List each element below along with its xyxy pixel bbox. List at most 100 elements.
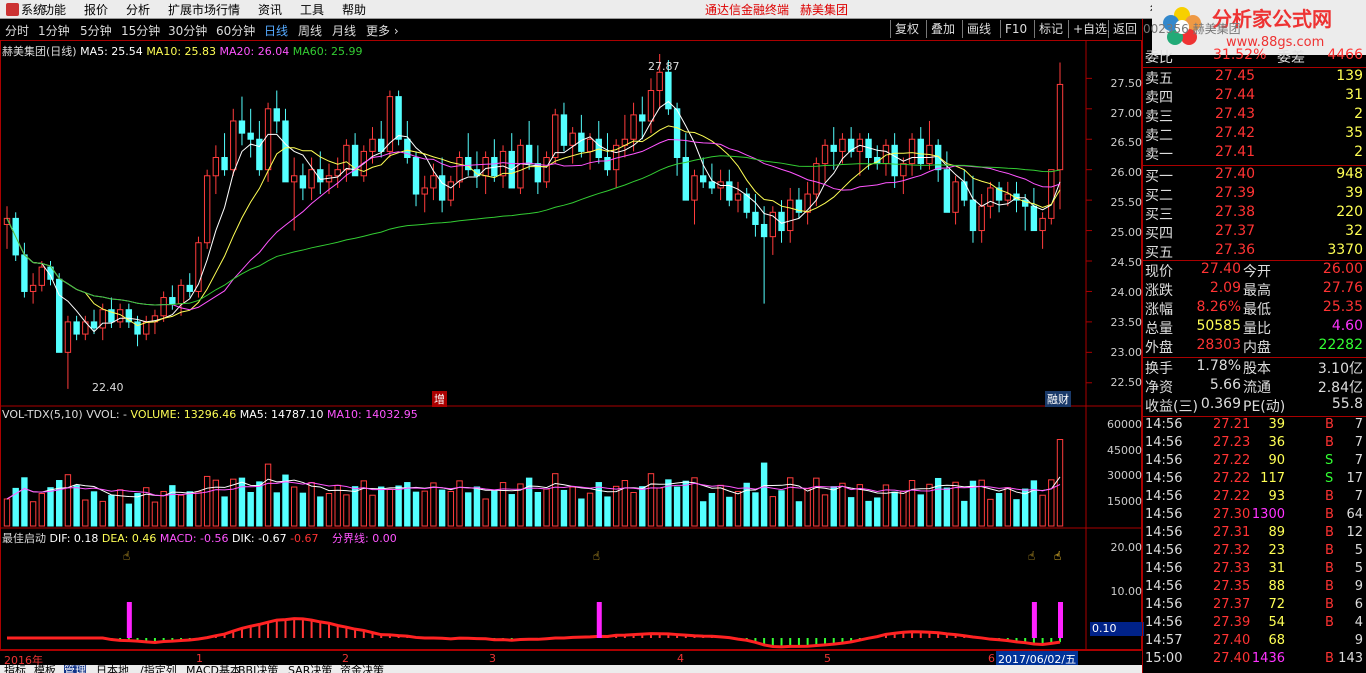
tick-time: 14:56 (1145, 579, 1183, 594)
period-more[interactable]: 更多 › (366, 22, 399, 39)
period-1min[interactable]: 1分钟 (38, 22, 70, 39)
mark-button[interactable]: 标记 (1034, 20, 1071, 38)
stat-label: 总量 (1145, 321, 1173, 337)
price-tick: 27.50 (1110, 77, 1143, 90)
menu-news[interactable]: 资讯 (258, 1, 282, 18)
candle (438, 157, 446, 213)
tab-bbi[interactable]: BBI决策 (238, 665, 278, 673)
tab-custom[interactable]: /指定列 (140, 665, 177, 673)
menu-help[interactable]: 帮助 (342, 1, 366, 18)
volume-bar (82, 499, 89, 527)
period-60min[interactable]: 60分钟 (216, 22, 255, 39)
more-label: 更多 (366, 24, 391, 38)
candles-layer (3, 54, 1064, 389)
volume-bar (177, 494, 185, 527)
level-label: 卖二 (1145, 128, 1173, 144)
tick-time: 14:56 (1145, 507, 1183, 522)
stat-label: 今开 (1243, 264, 1271, 280)
period-5min[interactable]: 5分钟 (80, 22, 112, 39)
tick-volume: 23 (1268, 543, 1285, 558)
tick-row: 14:56 27.35 88 B 9 (1143, 579, 1366, 598)
period-weekly[interactable]: 周线 (298, 22, 322, 39)
volume-bar (21, 477, 28, 527)
volume-tick: 15000 (1107, 495, 1142, 508)
tick-price: 27.22 (1213, 489, 1251, 504)
candle (882, 139, 890, 176)
stat-row: 涨幅 8.26% 最低 25.35 (1143, 299, 1366, 318)
vol-name: VOL-TDX(5,10) (2, 408, 83, 421)
volume-bar (125, 503, 133, 527)
tick-price: 27.32 (1213, 543, 1251, 558)
tick-direction: B (1325, 561, 1334, 576)
weibi-row: 委比 31.52% 委差 4466 (1143, 47, 1366, 66)
overlay-button[interactable]: 叠加 (926, 20, 965, 38)
tab-manage[interactable]: 管理 (64, 665, 86, 673)
menu-ext-market[interactable]: 扩展市场行情 (168, 1, 240, 18)
date-month: 3 (489, 652, 496, 665)
tick-time: 14:56 (1145, 561, 1183, 576)
period-fenshi[interactable]: 分时 (5, 22, 29, 39)
event-tag[interactable]: 增 (432, 391, 447, 407)
menu-analysis[interactable]: 分析 (126, 1, 150, 18)
level-label: 卖五 (1145, 71, 1173, 87)
volume-bar (160, 490, 167, 527)
signal-hand-icon: ☝ (1028, 549, 1035, 563)
f10-button[interactable]: F10 (1000, 20, 1035, 38)
period-15min[interactable]: 15分钟 (121, 22, 160, 39)
candle (64, 315, 72, 389)
draw-button[interactable]: 画线 (962, 20, 1001, 38)
volume-bar (1013, 499, 1020, 527)
ma60-line (6, 155, 1061, 306)
tick-direction: S (1325, 453, 1334, 468)
tick-count: 7 (1354, 417, 1363, 432)
fuquan-button[interactable]: 复权 (890, 20, 929, 38)
stat-value: 55.8 (1331, 396, 1363, 412)
period-daily[interactable]: 日线 (264, 22, 288, 39)
tab-indicators[interactable]: 指标 (4, 665, 26, 673)
volume-bar (430, 482, 437, 527)
volume-bar (995, 493, 1003, 527)
stat-label: 净资 (1145, 380, 1173, 396)
candle (525, 120, 533, 170)
level-price: 27.36 (1215, 242, 1256, 258)
tab-sar[interactable]: SAR决策 (288, 665, 332, 673)
chart-area[interactable]: ☝ ☝ ☝ ☝☝ (0, 40, 1142, 650)
margin-tag[interactable]: 融财 (1045, 391, 1071, 407)
tick-list[interactable]: 14:56 27.21 39 B 7 14:56 27.23 36 B 7 14:56 27.22 90… (1143, 417, 1366, 673)
volume-bar (752, 492, 759, 527)
candle (952, 175, 959, 225)
candle (56, 273, 63, 353)
volume-tick: 30000 (1107, 469, 1142, 482)
stat-value: 5.66 (1209, 377, 1241, 393)
volume-bar (630, 491, 637, 527)
period-30min[interactable]: 30分钟 (168, 22, 207, 39)
level-volume: 32 (1345, 223, 1363, 239)
period-monthly[interactable]: 月线 (332, 22, 356, 39)
tab-local[interactable]: 日本地 (96, 665, 129, 673)
menu-functions[interactable]: 功能 (42, 1, 66, 18)
tick-time: 14:56 (1145, 435, 1183, 450)
date-month: 5 (824, 652, 831, 665)
volume-bar (491, 490, 498, 527)
volume-bar (47, 487, 54, 527)
tab-macd[interactable]: MACD基本 (186, 665, 241, 673)
candle (639, 96, 646, 140)
tick-price: 27.33 (1213, 561, 1251, 576)
bid-book: 买一 27.40 948 买二 27.39 39 买三 27.38 220 买四 27.37 32 买五… (1143, 166, 1366, 266)
menu-tools[interactable]: 工具 (300, 1, 324, 18)
tab-fund[interactable]: 资金决策 (340, 665, 384, 673)
volume-bar (795, 501, 803, 527)
candle (29, 273, 37, 304)
back-button[interactable]: 返回 (1108, 20, 1145, 38)
stat-value: 25.35 (1322, 299, 1363, 315)
tick-count: 5 (1354, 561, 1363, 576)
volume-bar (447, 490, 455, 527)
share-row: 收益(三) 0.369 PE(动) 55.8 (1143, 396, 1366, 415)
volume-bar (378, 486, 385, 527)
volume-bar (560, 489, 568, 527)
volume-bar (421, 490, 428, 527)
menu-report[interactable]: 报价 (84, 1, 108, 18)
tab-templates[interactable]: 模板 (34, 665, 56, 673)
add-watchlist-button[interactable]: +自选 (1068, 20, 1111, 38)
menu-system[interactable]: 系统 (6, 1, 45, 18)
